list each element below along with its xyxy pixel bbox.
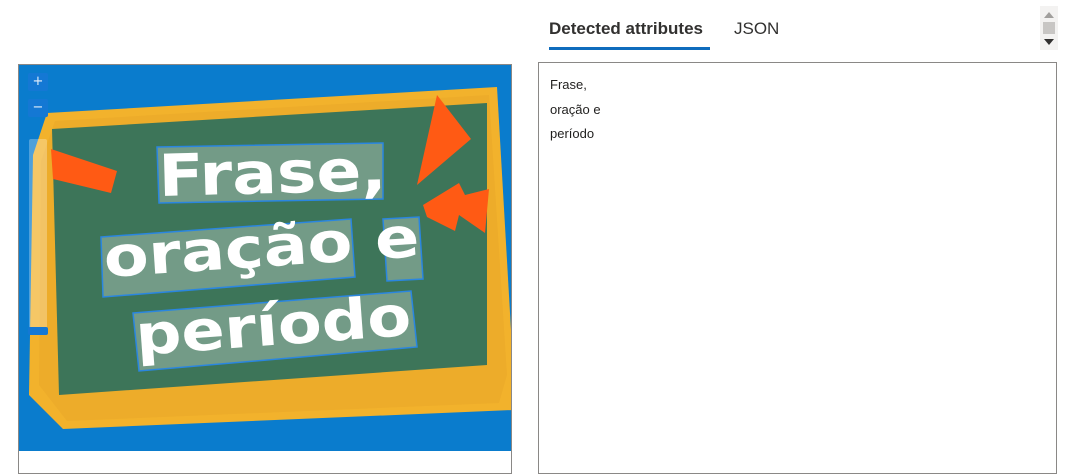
scrollbar-thumb[interactable]	[1043, 22, 1055, 34]
tab-detected-attributes[interactable]: Detected attributes	[549, 14, 710, 50]
detected-text-line-3: período	[550, 126, 595, 141]
triangle-up-icon[interactable]	[1044, 12, 1054, 18]
image-preview-panel: Frase, oração e período + −	[18, 64, 512, 474]
zoom-slider-track[interactable]	[29, 139, 47, 335]
tab-json[interactable]: JSON	[734, 14, 794, 50]
zoom-in-button[interactable]: +	[28, 73, 48, 91]
detected-text-panel: Frase, oração e período	[538, 62, 1057, 474]
tab-scrollbar[interactable]	[1040, 6, 1058, 50]
active-tab-indicator	[549, 47, 710, 50]
zoom-control: + −	[27, 73, 51, 341]
triangle-down-icon[interactable]	[1044, 39, 1054, 45]
headline-line-1: Frase,	[158, 136, 388, 210]
zoom-out-icon: −	[32, 100, 44, 115]
zoom-in-icon: +	[32, 74, 44, 89]
zoom-out-button[interactable]: −	[28, 99, 48, 117]
zoom-slider-thumb[interactable]	[28, 327, 48, 335]
analyzed-image: Frase, oração e período	[19, 65, 511, 451]
detected-text-line-1: Frase,	[550, 77, 587, 92]
tab-json-label: JSON	[734, 19, 780, 38]
detected-text-line-2: oração e	[550, 101, 601, 117]
tab-detected-attributes-label: Detected attributes	[549, 19, 703, 38]
